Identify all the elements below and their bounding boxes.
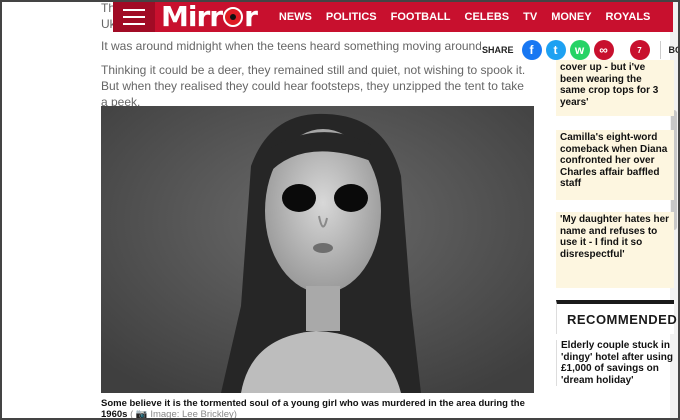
nav-royals[interactable]: ROYALS xyxy=(606,11,651,23)
nav-politics[interactable]: POLITICS xyxy=(326,11,377,23)
share-extra-label: BC xyxy=(668,45,680,55)
share-bar: SHARE f t w ∞ 7 BC xyxy=(482,40,680,60)
twitter-share-icon[interactable]: t xyxy=(545,40,566,60)
mirror-logo[interactable]: Mirr r xyxy=(161,0,258,33)
nav-celebs[interactable]: CELEBS xyxy=(465,11,510,23)
poppy-icon xyxy=(223,7,244,27)
recommended-label: RECOMMENDED xyxy=(567,311,678,327)
ghost-girl-photo[interactable] xyxy=(101,106,534,393)
article-paragraph-2: Thinking it could be a deer, they remain… xyxy=(101,63,526,109)
article-paragraph-1: It was around midnight when the teens he… xyxy=(101,39,481,53)
recommended-story-title: Elderly couple stuck in 'dingy' hotel af… xyxy=(561,340,673,386)
menu-line-icon xyxy=(123,16,145,18)
image-credit: ( 📷 Image: Lee Brickley) xyxy=(130,409,237,420)
image-caption: Some believe it is the tormented soul of… xyxy=(101,398,531,420)
recommended-heading: RECOMMENDED xyxy=(556,300,678,334)
share-divider xyxy=(659,41,661,59)
sidebar-story-card[interactable]: 'My daughter hates her name and refuses … xyxy=(556,212,674,288)
ghost-girl-image xyxy=(101,106,534,393)
sidebar-story-card[interactable]: Camilla's eight-word comeback when Diana… xyxy=(556,130,674,200)
nav-tv[interactable]: TV xyxy=(523,11,537,23)
recommended-story[interactable]: Elderly couple stuck in 'dingy' hotel af… xyxy=(556,340,674,386)
facebook-share-icon[interactable]: f xyxy=(521,40,542,60)
copy-link-icon[interactable]: ∞ xyxy=(593,40,614,60)
sidebar-story-card[interactable]: cover up - but i've been wearing the sam… xyxy=(556,60,674,116)
menu-line-icon xyxy=(123,23,145,25)
site-header: Mirr r NEWS POLITICS FOOTBALL CELEBS TV … xyxy=(113,2,673,32)
sidebar-story-title: cover up - but i've been wearing the sam… xyxy=(560,62,659,108)
logo-text-right: r xyxy=(244,0,258,33)
logo-text-left: Mirr xyxy=(161,0,223,33)
sidebar-story-title: 'My daughter hates her name and refuses … xyxy=(560,214,670,260)
comments-count-button[interactable]: 7 xyxy=(629,40,650,60)
menu-line-icon xyxy=(123,9,145,11)
nav-football[interactable]: FOOTBALL xyxy=(391,11,451,23)
whatsapp-share-icon[interactable]: w xyxy=(569,40,590,60)
nav-news[interactable]: NEWS xyxy=(279,11,312,23)
sidebar-story-title: Camilla's eight-word comeback when Diana… xyxy=(560,132,668,189)
share-label: SHARE xyxy=(482,45,514,55)
main-nav: NEWS POLITICS FOOTBALL CELEBS TV MONEY R… xyxy=(279,11,650,23)
hamburger-menu-button[interactable] xyxy=(113,2,155,32)
nav-money[interactable]: MONEY xyxy=(551,11,591,23)
